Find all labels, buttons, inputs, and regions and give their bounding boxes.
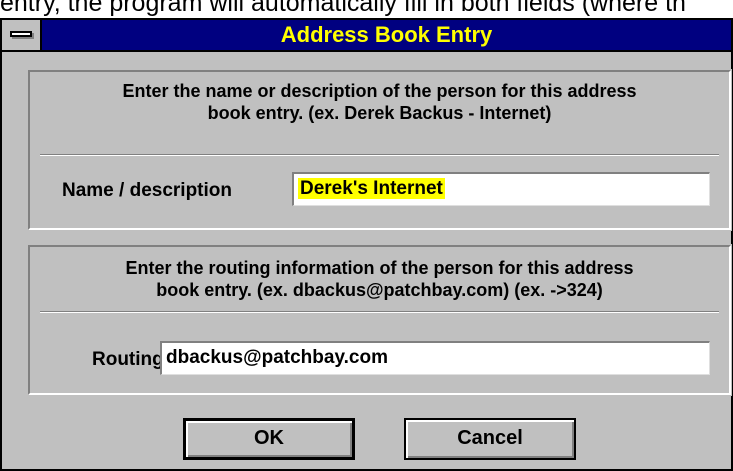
name-label: Name / description (62, 180, 232, 201)
system-menu-icon (10, 31, 32, 37)
ok-button[interactable]: OK (183, 418, 355, 460)
routing-instruction-line1: Enter the routing information of the per… (125, 258, 634, 278)
name-instructions: Enter the name or description of the per… (34, 80, 725, 124)
routing-instructions: Enter the routing information of the per… (34, 257, 725, 301)
system-menu-button[interactable] (2, 20, 42, 50)
address-book-entry-dialog: Address Book Entry Enter the name or des… (0, 18, 733, 471)
routing-section: Enter the routing information of the per… (27, 244, 732, 396)
name-description-input[interactable]: Derek's Internet (292, 172, 710, 206)
dialog-title: Address Book Entry (280, 22, 493, 47)
routing-label: Routing (92, 349, 164, 370)
routing-input[interactable]: dbackus@patchbay.com (160, 341, 710, 375)
name-input-selected-text: Derek's Internet (298, 178, 445, 199)
cancel-button[interactable]: Cancel (404, 418, 576, 460)
routing-instruction-line2: book entry. (ex. dbackus@patchbay.com) (… (156, 280, 603, 300)
background-document-text: entry, the program will automatically fi… (0, 0, 686, 17)
routing-separator (40, 311, 719, 313)
name-separator (40, 154, 719, 156)
name-instruction-line2: book entry. (ex. Derek Backus - Internet… (207, 103, 552, 123)
title-bar: Address Book Entry (2, 20, 731, 52)
name-section: Enter the name or description of the per… (27, 69, 732, 231)
name-instruction-line1: Enter the name or description of the per… (122, 81, 637, 101)
